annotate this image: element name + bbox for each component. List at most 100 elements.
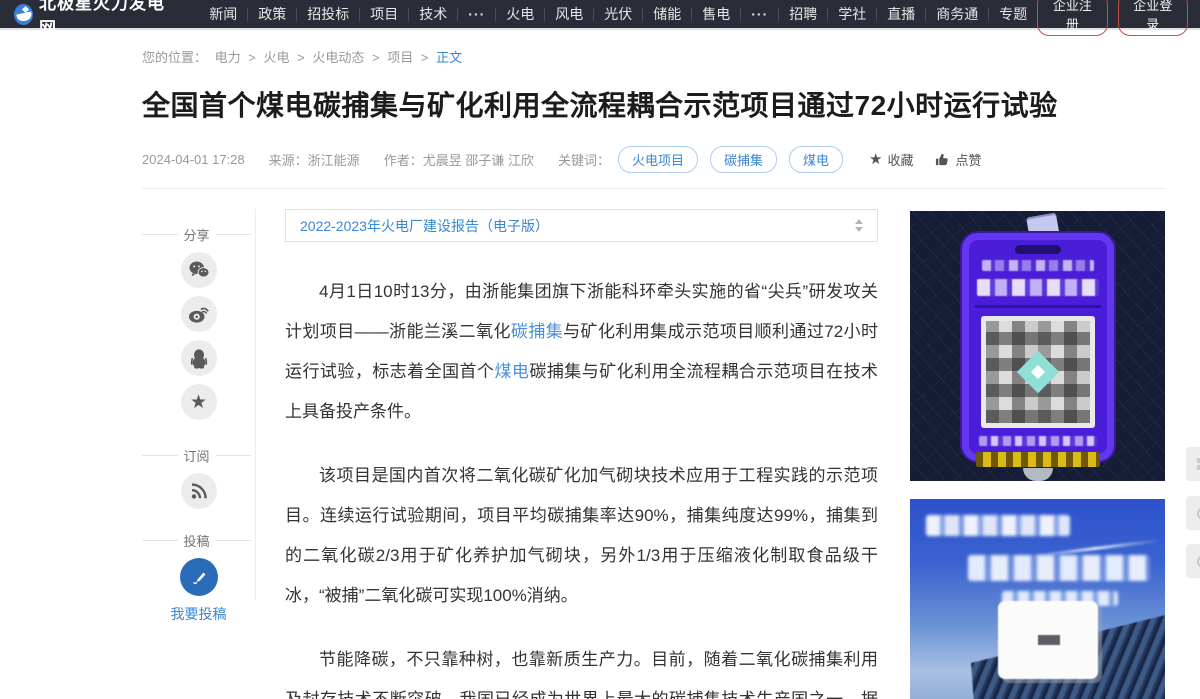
- wechat-icon: [188, 260, 210, 280]
- publish-date: 2024-04-01 17:28: [142, 152, 245, 167]
- ticker-up-icon[interactable]: [855, 219, 863, 224]
- menu-item-wind[interactable]: 风电: [545, 8, 594, 21]
- badge-divider: [975, 305, 1101, 308]
- share-section-label: 分享: [142, 225, 251, 244]
- weibo-icon: [188, 304, 210, 324]
- breadcrumb-item-thermal-news[interactable]: 火电动态: [312, 50, 364, 65]
- author-label: 作者：: [384, 153, 423, 168]
- menu-item-tech[interactable]: 技术: [409, 8, 458, 21]
- menu-item-solar[interactable]: 光伏: [594, 8, 643, 21]
- menu-more-icon[interactable]: ···: [458, 8, 496, 21]
- menu-item-thermal[interactable]: 火电: [496, 8, 545, 21]
- inline-link-coal-power[interactable]: 煤电: [494, 362, 529, 381]
- ad-banner-badge[interactable]: [910, 211, 1165, 481]
- pixelated-text: [926, 515, 1070, 536]
- menu-item-jobs[interactable]: 招聘: [779, 8, 828, 21]
- source-value[interactable]: 浙江能源: [308, 153, 360, 168]
- report-ticker-link[interactable]: 2022-2023年火电厂建设报告（电子版）: [300, 216, 855, 236]
- share-qq-button[interactable]: [181, 340, 217, 376]
- ticker-down-icon[interactable]: [855, 227, 863, 232]
- menu-item-news[interactable]: 新闻: [199, 8, 248, 21]
- breadcrumb-separator: >: [297, 50, 305, 65]
- submit-article-link[interactable]: 我要投稿: [142, 604, 255, 624]
- phone-icon: [1197, 507, 1200, 520]
- qq-icon: [189, 348, 209, 369]
- breadcrumb-separator: >: [372, 50, 380, 65]
- menu-item-live[interactable]: 直播: [877, 8, 926, 21]
- submit-section-label: 投稿: [142, 531, 251, 550]
- keyword-tag[interactable]: 碳捕集: [710, 146, 777, 173]
- ticker-controls: [855, 219, 863, 232]
- share-qzone-button[interactable]: ★: [181, 384, 217, 420]
- article-column: 2022-2023年火电厂建设报告（电子版） 4月1日10时13分，由浙能集团旗…: [285, 209, 878, 699]
- floating-contact-button[interactable]: [1186, 496, 1200, 530]
- thumbs-up-icon: [935, 152, 950, 167]
- submit-article-button[interactable]: [180, 558, 218, 596]
- badge-graphic: [962, 233, 1114, 461]
- favorite-button[interactable]: ★ 收藏: [869, 150, 913, 169]
- keyword-tag[interactable]: 煤电: [789, 146, 843, 173]
- topbar: 北极星火力发电网 新闻 政策 招投标 项目 技术 ··· 火电 风电 光伏 储能…: [0, 0, 1200, 30]
- menu-item-topics[interactable]: 专题: [989, 8, 1037, 21]
- share-weibo-button[interactable]: [181, 296, 217, 332]
- register-button[interactable]: 企业注册: [1037, 0, 1107, 36]
- subscribe-section-label: 订阅: [142, 446, 251, 465]
- breadcrumb-separator: >: [248, 50, 256, 65]
- inline-link-carbon-capture[interactable]: 碳捕集: [511, 322, 563, 341]
- like-label: 点赞: [955, 150, 981, 169]
- pixelated-text: [968, 555, 1150, 581]
- menu-item-business[interactable]: 商务通: [926, 8, 989, 21]
- breadcrumb-current: 正文: [436, 50, 462, 65]
- share-sidebar: 分享: [142, 209, 256, 601]
- breadcrumb: 您的位置： 电力 > 火电 > 火电动态 > 项目 > 正文: [142, 47, 1165, 66]
- pen-icon: [189, 567, 209, 587]
- share-wechat-button[interactable]: [181, 252, 217, 288]
- breadcrumb-separator: >: [421, 50, 429, 65]
- site-logo-text: 北极星火力发电网: [39, 0, 169, 39]
- ad-column: [910, 209, 1165, 699]
- report-ticker: 2022-2023年火电厂建设报告（电子版）: [285, 209, 878, 242]
- paragraph: 节能降碳，不只靠种树，也靠新质生产力。目前，随着二氧化碳捕集利用及封存技术不断突…: [285, 640, 878, 699]
- qr-code: [981, 316, 1095, 428]
- menu-item-academy[interactable]: 学社: [828, 8, 877, 21]
- site-logo[interactable]: 北极星火力发电网: [14, 0, 169, 39]
- paragraph: 该项目是国内首次将二氧化碳矿化加气砌块技术应用于工程实践的示范项目。连续运行试验…: [285, 456, 878, 616]
- badge-slot-graphic: [1015, 245, 1061, 254]
- keyword-tag[interactable]: 火电项目: [618, 146, 698, 173]
- qzone-star-icon: ★: [190, 393, 207, 412]
- floating-service-button[interactable]: [1186, 544, 1200, 578]
- service-icon: [1197, 555, 1200, 568]
- menu-more-icon[interactable]: ···: [741, 8, 779, 21]
- source: 来源：浙江能源: [269, 150, 360, 169]
- rss-icon: [189, 481, 209, 501]
- main-menu: 新闻 政策 招投标 项目 技术 ··· 火电 风电 光伏 储能 售电 ··· 招…: [199, 8, 1037, 21]
- breadcrumb-prefix: 您的位置：: [142, 50, 207, 65]
- breadcrumb-item-power[interactable]: 电力: [215, 50, 241, 65]
- login-button[interactable]: 企业登录: [1118, 0, 1188, 36]
- article-meta: 2024-04-01 17:28 来源：浙江能源 作者：尤晨昱 邵子谦 江欣 关…: [142, 146, 1165, 173]
- article-body: 4月1日10时13分，由浙能集团旗下浙能科环牵头实施的省“尖兵”研发攻关计划项目…: [285, 272, 878, 699]
- favorite-label: 收藏: [887, 150, 913, 169]
- pixelated-text: [979, 436, 1097, 446]
- breadcrumb-item-thermal[interactable]: 火电: [264, 50, 290, 65]
- like-button[interactable]: 点赞: [935, 150, 981, 169]
- star-icon: ★: [869, 152, 882, 167]
- pixelated-yellow-banner: [976, 452, 1100, 467]
- paragraph: 4月1日10时13分，由浙能集团旗下浙能科环牵头实施的省“尖兵”研发攻关计划项目…: [285, 272, 878, 432]
- menu-item-policy[interactable]: 政策: [248, 8, 297, 21]
- city-lights-graphic: [910, 677, 1040, 699]
- source-label: 来源：: [269, 153, 308, 168]
- menu-item-storage[interactable]: 储能: [643, 8, 692, 21]
- menu-item-bidding[interactable]: 招投标: [297, 8, 360, 21]
- keywords-label: 关键词：: [558, 150, 610, 169]
- author-value: 尤晨昱 邵子谦 江欣: [423, 153, 534, 168]
- menu-item-power-sale[interactable]: 售电: [692, 8, 741, 21]
- pixelated-text: [977, 279, 1099, 296]
- menu-item-project[interactable]: 项目: [360, 8, 409, 21]
- breadcrumb-item-project[interactable]: 项目: [387, 50, 413, 65]
- page-title: 全国首个煤电碳捕集与矿化利用全流程耦合示范项目通过72小时运行试验: [142, 84, 1165, 124]
- rss-button[interactable]: [181, 473, 217, 509]
- floating-qr-button[interactable]: [1186, 447, 1200, 481]
- inverter-device-graphic: [998, 601, 1098, 679]
- ad-banner-solar[interactable]: [910, 499, 1165, 699]
